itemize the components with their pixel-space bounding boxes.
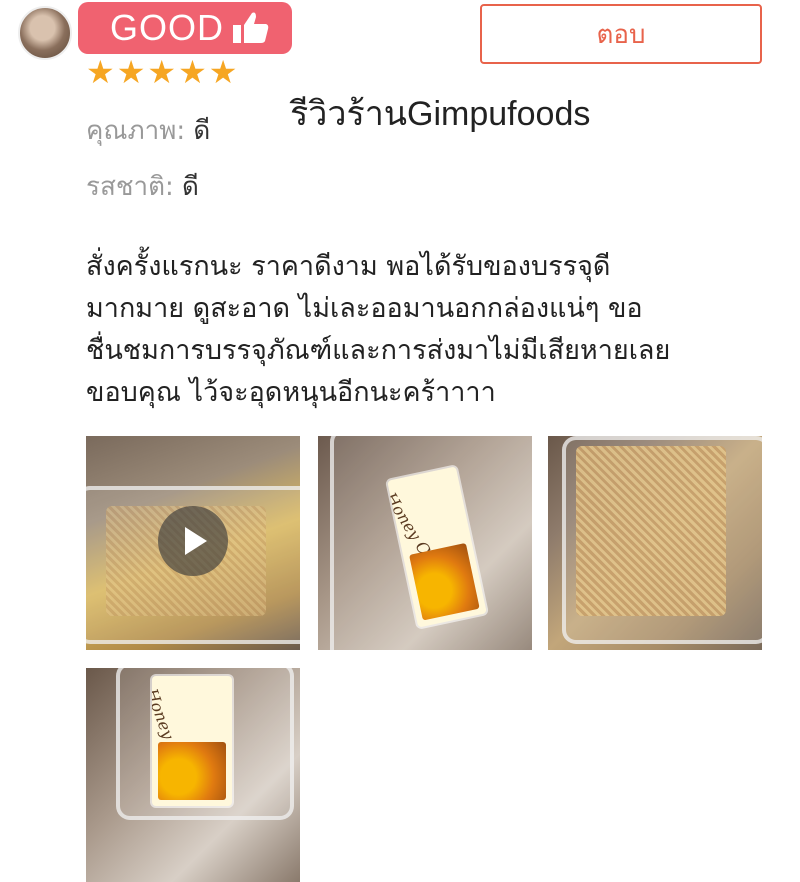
reviewer-avatar[interactable] <box>18 6 72 60</box>
attribute-value: ดี <box>182 172 199 202</box>
reply-button[interactable]: ตอบ <box>480 4 762 64</box>
shop-watermark: รีวิวร้านGimpufoods <box>290 95 591 133</box>
good-badge: GOOD <box>78 2 292 54</box>
review-line: สั่งครั้งแรกนะ ราคาดีงาม พอได้รับของบรรจ… <box>86 251 611 282</box>
star-icon: ★ <box>208 53 238 91</box>
review-text: สั่งครั้งแรกนะ ราคาดีงาม พอได้รับของบรรจ… <box>86 246 766 414</box>
review-photo[interactable] <box>548 436 762 650</box>
review-line: ชื่นชมการบรรจุภัณฑ์และการส่งมาไม่มีเสียห… <box>86 335 671 366</box>
attribute-label: คุณภาพ: <box>86 116 186 146</box>
honeycomb-shape <box>576 446 726 616</box>
review-line: มากมาย ดูสะอาด ไม่เละออมานอกกล่องแน่ๆ ขอ <box>86 293 643 324</box>
attribute-taste: รสชาติ: ดี <box>86 166 199 207</box>
attribute-quality: คุณภาพ: ดี <box>86 110 210 151</box>
review-video-thumbnail[interactable] <box>86 436 300 650</box>
star-icon: ★ <box>116 53 146 91</box>
review-photo[interactable]: Honey Comb <box>86 668 300 882</box>
attribute-label: รสชาติ: <box>86 172 174 202</box>
product-label-card: Honey Comb <box>152 676 232 806</box>
star-icon: ★ <box>147 53 177 91</box>
attribute-value: ดี <box>193 116 211 146</box>
play-button[interactable] <box>158 506 228 576</box>
honey-image <box>158 741 226 800</box>
review-photo[interactable]: Honey Comb <box>318 436 532 650</box>
review-line: ขอบคุณ ไว้จะอุดหนุนอีกนะคร้าาาา <box>86 377 496 408</box>
play-icon <box>185 527 207 555</box>
star-icon: ★ <box>178 53 207 91</box>
thumbs-up-icon <box>233 12 269 43</box>
honey-image <box>408 542 480 621</box>
good-badge-label: GOOD <box>110 7 225 48</box>
star-rating: ★ ★ ★ ★ ★ <box>86 56 237 88</box>
star-icon: ★ <box>86 53 115 91</box>
